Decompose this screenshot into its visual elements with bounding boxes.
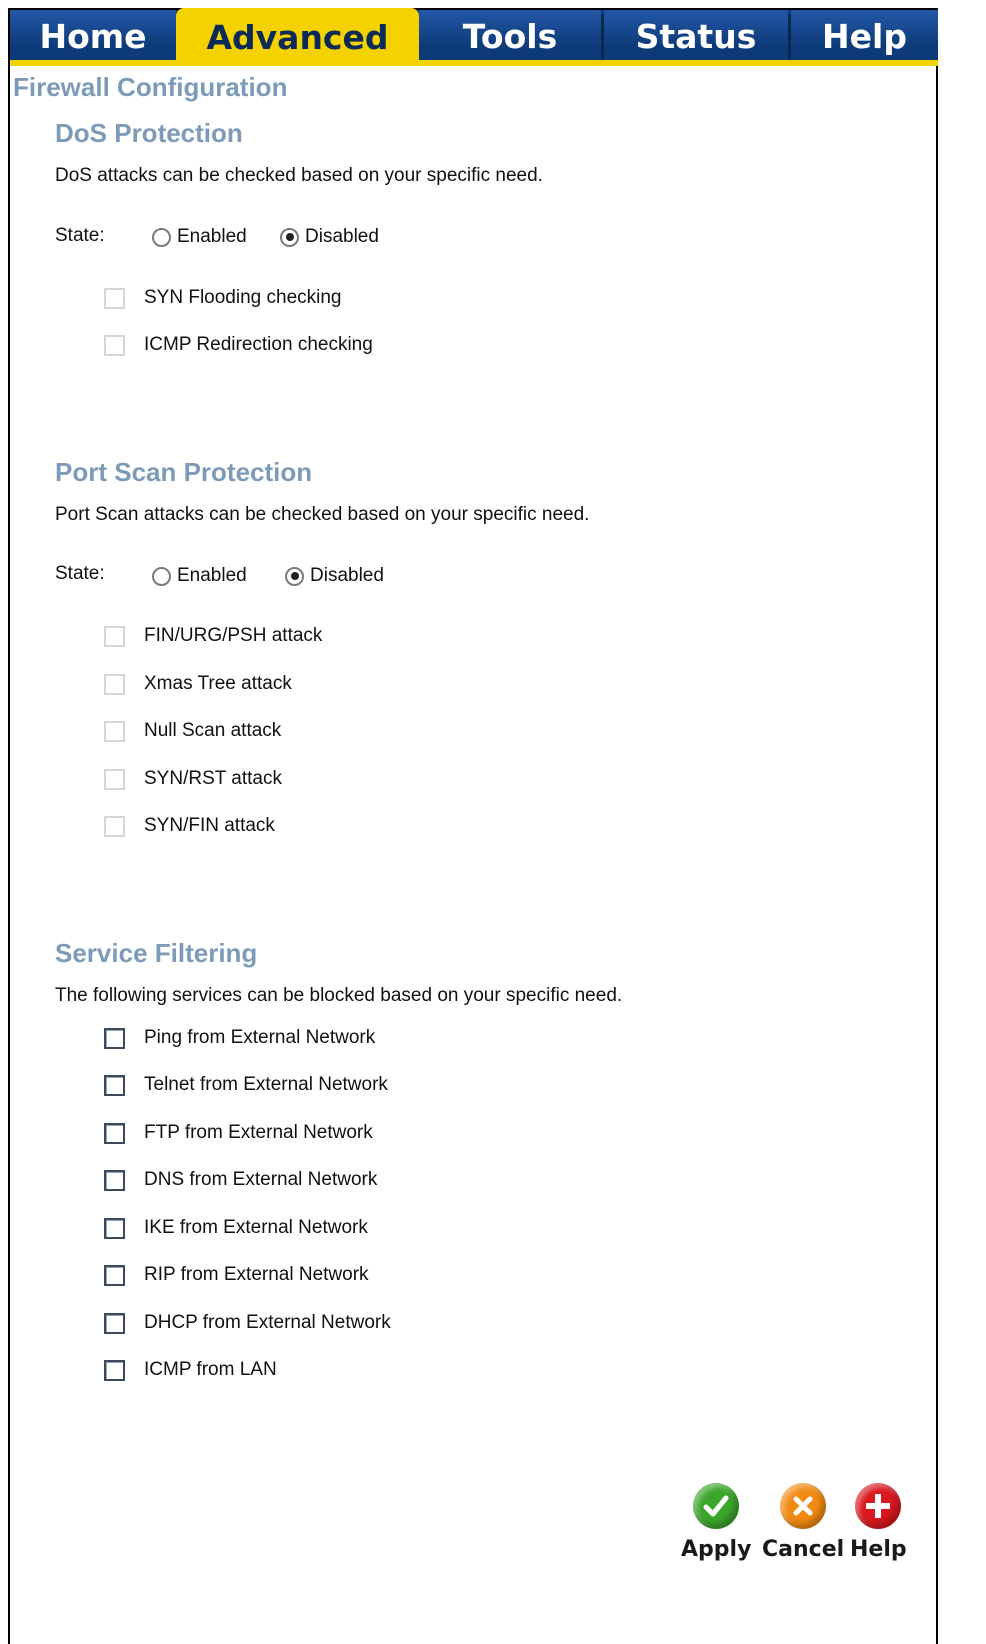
checkbox-label: DHCP from External Network: [144, 1312, 391, 1333]
portscan-syn-fin-row: SYN/FIN attack: [104, 813, 275, 839]
tab-help[interactable]: Help: [791, 10, 938, 62]
portscan-description: Port Scan attacks can be checked based o…: [55, 504, 590, 525]
radio-label: Disabled: [305, 226, 379, 247]
tab-status[interactable]: Status: [604, 10, 788, 62]
service-ike-row: IKE from External Network: [104, 1215, 368, 1241]
radio-label: Enabled: [177, 226, 247, 247]
tab-home[interactable]: Home: [10, 10, 176, 62]
dos-syn-flood-row: SYN Flooding checking: [104, 285, 342, 311]
dos-description: DoS attacks can be checked based on your…: [55, 165, 543, 186]
tab-advanced[interactable]: Advanced: [176, 8, 419, 66]
checkbox-label: RIP from External Network: [144, 1264, 369, 1285]
ftp-external-checkbox[interactable]: [104, 1122, 125, 1144]
x-icon: [780, 1483, 827, 1529]
cancel-button[interactable]: Cancel: [762, 1483, 844, 1562]
radio-label: Enabled: [177, 565, 247, 586]
portscan-section-title: Port Scan Protection: [55, 457, 313, 487]
service-description: The following services can be blocked ba…: [55, 985, 623, 1006]
apply-button[interactable]: Apply: [681, 1483, 751, 1562]
checkbox-label: ICMP from LAN: [144, 1359, 277, 1380]
ping-external-checkbox[interactable]: [104, 1027, 125, 1049]
cancel-label: Cancel: [762, 1537, 845, 1562]
portscan-disabled-radio[interactable]: Disabled: [285, 565, 384, 587]
xmas-tree-checkbox[interactable]: [104, 673, 125, 695]
dos-enabled-radio[interactable]: Enabled: [152, 226, 247, 248]
checkbox-label: ICMP Redirection checking: [144, 334, 373, 355]
checkbox-label: Null Scan attack: [144, 720, 282, 741]
rip-external-checkbox[interactable]: [104, 1264, 125, 1286]
page-title: Firewall Configuration: [13, 72, 288, 102]
radio-button[interactable]: [152, 566, 171, 586]
telnet-external-checkbox[interactable]: [104, 1074, 125, 1096]
dns-external-checkbox[interactable]: [104, 1169, 125, 1191]
ike-external-checkbox[interactable]: [104, 1217, 125, 1239]
service-ftp-row: FTP from External Network: [104, 1120, 373, 1146]
apply-label: Apply: [681, 1537, 752, 1562]
checkbox-label: SYN/FIN attack: [144, 815, 275, 836]
radio-label: Disabled: [310, 565, 384, 586]
syn-flooding-checkbox[interactable]: [104, 287, 125, 309]
service-dhcp-row: DHCP from External Network: [104, 1310, 391, 1336]
service-ping-row: Ping from External Network: [104, 1025, 375, 1051]
fin-urg-psh-checkbox[interactable]: [104, 625, 125, 647]
nav-tab-bar: Home Advanced Tools Status Help: [10, 8, 938, 66]
tab-tools[interactable]: Tools: [419, 10, 601, 62]
portscan-state-label: State:: [55, 563, 105, 584]
syn-fin-checkbox[interactable]: [104, 815, 125, 837]
checkbox-label: Telnet from External Network: [144, 1074, 388, 1095]
radio-button-selected[interactable]: [280, 227, 299, 247]
radio-button[interactable]: [152, 227, 171, 247]
portscan-enabled-radio[interactable]: Enabled: [152, 565, 247, 587]
dhcp-external-checkbox[interactable]: [104, 1312, 125, 1334]
dos-state-label: State:: [55, 225, 105, 246]
checkbox-label: FIN/URG/PSH attack: [144, 625, 323, 646]
radio-button-selected[interactable]: [285, 566, 304, 586]
syn-rst-checkbox[interactable]: [104, 768, 125, 790]
dos-section-title: DoS Protection: [55, 118, 243, 148]
service-telnet-row: Telnet from External Network: [104, 1072, 388, 1098]
service-icmp-lan-row: ICMP from LAN: [104, 1357, 277, 1383]
service-rip-row: RIP from External Network: [104, 1262, 369, 1288]
portscan-null-scan-row: Null Scan attack: [104, 718, 281, 744]
checkbox-label: Ping from External Network: [144, 1027, 376, 1048]
icmp-redirection-checkbox[interactable]: [104, 334, 125, 356]
checkbox-label: SYN Flooding checking: [144, 287, 342, 308]
service-dns-row: DNS from External Network: [104, 1167, 377, 1193]
checkbox-label: FTP from External Network: [144, 1122, 373, 1143]
dos-disabled-radio[interactable]: Disabled: [280, 226, 379, 248]
portscan-xmas-tree-row: Xmas Tree attack: [104, 671, 292, 697]
check-icon: [693, 1483, 740, 1529]
icmp-lan-checkbox[interactable]: [104, 1359, 125, 1381]
dos-icmp-redirect-row: ICMP Redirection checking: [104, 332, 373, 358]
plus-icon: [855, 1483, 902, 1529]
help-button[interactable]: Help: [850, 1483, 907, 1562]
checkbox-label: SYN/RST attack: [144, 768, 282, 789]
checkbox-label: IKE from External Network: [144, 1217, 368, 1238]
checkbox-label: DNS from External Network: [144, 1169, 378, 1190]
null-scan-checkbox[interactable]: [104, 720, 125, 742]
portscan-syn-rst-row: SYN/RST attack: [104, 766, 282, 792]
help-label: Help: [850, 1537, 907, 1562]
service-section-title: Service Filtering: [55, 938, 258, 968]
checkbox-label: Xmas Tree attack: [144, 673, 292, 694]
portscan-fin-urg-psh-row: FIN/URG/PSH attack: [104, 623, 322, 649]
